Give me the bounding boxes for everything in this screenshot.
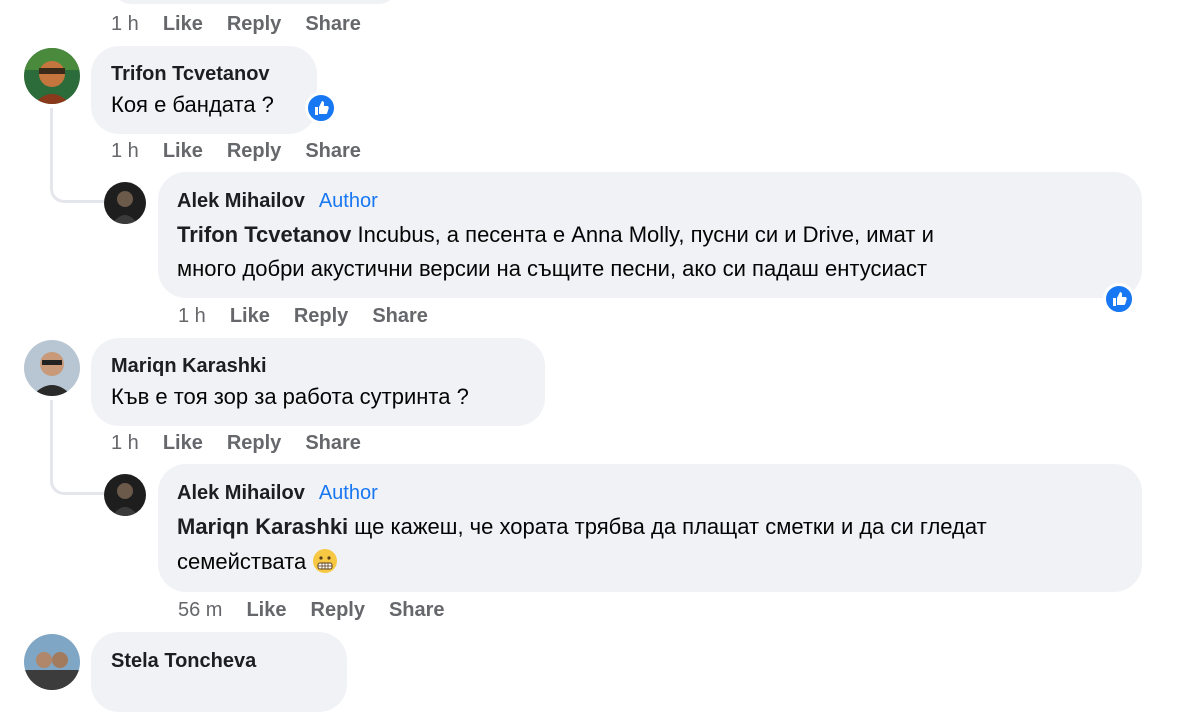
comment-author[interactable]: Trifon Tcvetanov bbox=[111, 63, 270, 86]
reply-text-line1: Incubus, а песента е Anna Molly, пусни с… bbox=[357, 222, 934, 247]
comment-text: Коя е бандата ? bbox=[111, 92, 274, 117]
comment-time[interactable]: 1 h bbox=[178, 305, 206, 328]
comment-time[interactable]: 1 h bbox=[111, 432, 139, 455]
previous-comment-actions: 1 h Like Reply Share bbox=[111, 13, 385, 36]
like-link[interactable]: Like bbox=[246, 599, 286, 622]
share-link[interactable]: Share bbox=[372, 305, 428, 328]
reply-link[interactable]: Reply bbox=[227, 13, 281, 36]
comment-time[interactable]: 1 h bbox=[111, 140, 139, 163]
like-link[interactable]: Like bbox=[163, 432, 203, 455]
avatar[interactable] bbox=[24, 48, 80, 104]
like-link[interactable]: Like bbox=[230, 305, 270, 328]
like-reaction-badge[interactable] bbox=[305, 92, 337, 124]
reply-link[interactable]: Reply bbox=[294, 305, 348, 328]
reply-author[interactable]: Alek Mihailov Author bbox=[177, 190, 378, 213]
comment-actions: 1 h Like Reply Share bbox=[111, 140, 385, 163]
mention-link[interactable]: Mariqn Karashki bbox=[177, 514, 348, 539]
like-icon bbox=[315, 101, 329, 115]
reply-text-line1: ще кажеш, че хората трябва да плащат сме… bbox=[354, 514, 987, 539]
comment-time[interactable]: 56 m bbox=[178, 599, 222, 622]
comment-author[interactable]: Mariqn Karashki bbox=[111, 355, 267, 378]
reply-text: Trifon Tcvetanov Incubus, а песента е An… bbox=[177, 218, 934, 252]
comment-time[interactable]: 1 h bbox=[111, 13, 139, 36]
reply-link[interactable]: Reply bbox=[311, 599, 365, 622]
reply-text-line2: семействата bbox=[177, 545, 338, 579]
like-link[interactable]: Like bbox=[163, 140, 203, 163]
reply-text-line2: много добри акустични версии на същите п… bbox=[177, 256, 928, 281]
grimacing-face-emoji bbox=[313, 549, 338, 573]
share-link[interactable]: Share bbox=[305, 432, 361, 455]
author-badge: Author bbox=[318, 190, 378, 212]
like-icon bbox=[1113, 292, 1127, 306]
like-reaction-badge[interactable] bbox=[1103, 283, 1135, 315]
avatar[interactable] bbox=[24, 340, 80, 396]
share-link[interactable]: Share bbox=[389, 599, 445, 622]
author-name[interactable]: Alek Mihailov bbox=[177, 190, 305, 212]
author-badge: Author bbox=[318, 482, 378, 504]
like-link[interactable]: Like bbox=[163, 13, 203, 36]
previous-comment-bubble bbox=[110, 0, 400, 4]
reply-author[interactable]: Alek Mihailov Author bbox=[177, 482, 378, 505]
reply-link[interactable]: Reply bbox=[227, 432, 281, 455]
share-link[interactable]: Share bbox=[305, 140, 361, 163]
reply-text: Mariqn Karashki ще кажеш, че хората тряб… bbox=[177, 510, 987, 544]
reply-actions: 56 m Like Reply Share bbox=[178, 599, 469, 622]
reply-link[interactable]: Reply bbox=[227, 140, 281, 163]
comment-actions: 1 h Like Reply Share bbox=[111, 432, 385, 455]
avatar[interactable] bbox=[104, 182, 146, 224]
share-link[interactable]: Share bbox=[305, 13, 361, 36]
author-name[interactable]: Alek Mihailov bbox=[177, 482, 305, 504]
avatar[interactable] bbox=[104, 474, 146, 516]
mention-link[interactable]: Trifon Tcvetanov bbox=[177, 222, 351, 247]
comment-author[interactable]: Stela Toncheva bbox=[111, 650, 256, 673]
avatar[interactable] bbox=[24, 634, 80, 690]
reply-actions: 1 h Like Reply Share bbox=[178, 305, 452, 328]
comment-text: Къв е тоя зор за работа сутринта ? bbox=[111, 384, 469, 409]
